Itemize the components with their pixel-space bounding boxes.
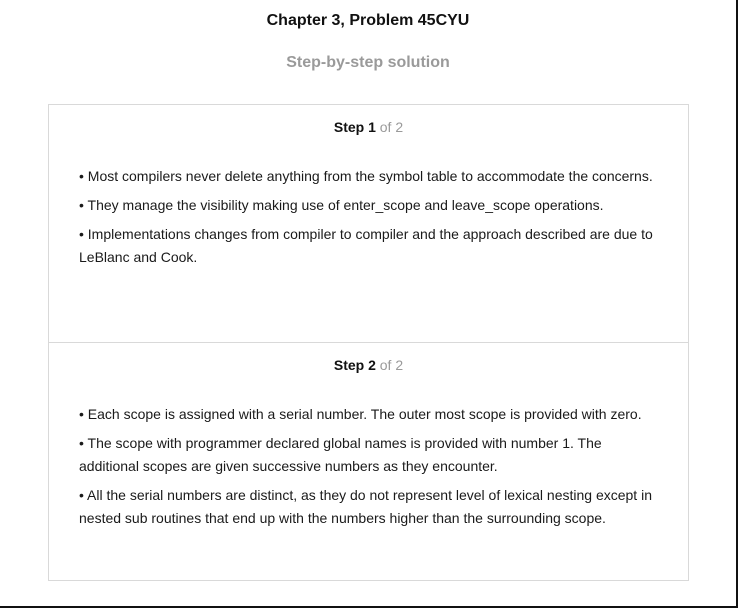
step-1-bullet-2: • They manage the visibility making use … xyxy=(79,197,604,213)
step-1-count: of 2 xyxy=(379,119,404,135)
step-1-body: • Most compilers never delete anything f… xyxy=(79,165,659,275)
step-1-label: Step 1 xyxy=(333,119,376,135)
step-2-section: Step 2 of 2 • Each scope is assigned wit… xyxy=(49,343,688,580)
step-2-bullet-3: • All the serial numbers are distinct, a… xyxy=(79,487,652,526)
page-title: Chapter 3, Problem 45CYU xyxy=(266,12,470,29)
step-1-header: Step 1 of 2 xyxy=(49,119,688,135)
steps-card: Step 1 of 2 • Most compilers never delet… xyxy=(48,104,689,581)
step-2-bullet-1: • Each scope is assigned with a serial n… xyxy=(79,406,642,422)
step-2-header: Step 2 of 2 xyxy=(49,357,688,373)
step-1-section: Step 1 of 2 • Most compilers never delet… xyxy=(49,105,688,343)
solution-subtitle: Step-by-step solution xyxy=(286,54,450,71)
step-1-bullet-1: • Most compilers never delete anything f… xyxy=(79,168,653,184)
step-2-body: • Each scope is assigned with a serial n… xyxy=(79,403,659,536)
step-2-count: of 2 xyxy=(379,357,404,373)
step-1-bullet-3: • Implementations changes from compiler … xyxy=(79,226,653,265)
step-2-bullet-2: • The scope with programmer declared glo… xyxy=(79,435,602,474)
step-2-label: Step 2 xyxy=(333,357,376,373)
